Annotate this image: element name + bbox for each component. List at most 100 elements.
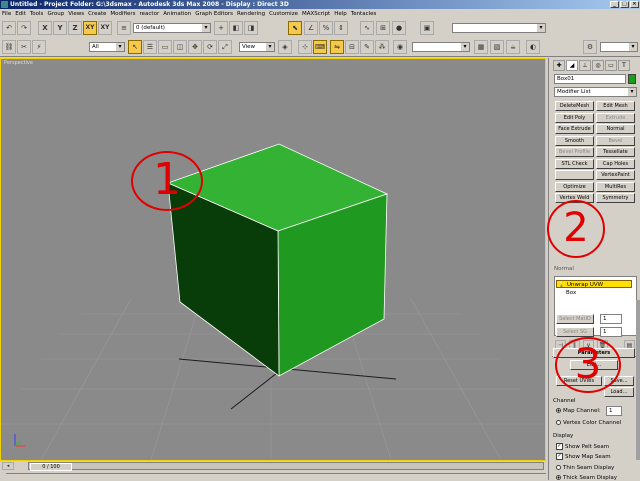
stack-item-box[interactable]: Box [556, 289, 632, 297]
named-selection-icon[interactable]: ✎ [360, 40, 374, 54]
keyboard-shortcut-icon[interactable]: ⌨ [313, 40, 327, 54]
extra-dropdown[interactable] [600, 42, 638, 52]
select-by-name-icon[interactable]: ☰ [143, 40, 157, 54]
mirror-icon[interactable]: ⇋ [330, 40, 344, 54]
rect-selection-icon[interactable]: ▭ [158, 40, 172, 54]
viewport-icon[interactable]: ◐ [526, 40, 540, 54]
show-map-seam-check[interactable]: ✓ Show Map Seam [556, 453, 611, 460]
select-scale-icon[interactable]: ⤢ [218, 40, 232, 54]
undo-icon[interactable]: ↶ [2, 21, 16, 35]
material-editor-icon[interactable]: ● [392, 21, 406, 35]
render-preset-dropdown[interactable] [452, 23, 546, 33]
ref-coord-dropdown[interactable]: View [239, 42, 275, 52]
close-button[interactable]: × [630, 1, 639, 8]
modifier-button-extrude[interactable]: Extrude [596, 112, 635, 123]
extra-tools-icon[interactable]: ⚙ [583, 40, 597, 54]
pivot-center-icon[interactable]: ◈ [278, 40, 292, 54]
modifier-button-edit-mesh[interactable]: Edit Mesh [596, 101, 635, 111]
modifier-button-multires[interactable]: MultiRes [596, 181, 635, 192]
stack-item-unwrap-uvw[interactable]: 💡 Unwrap UVW [556, 280, 632, 288]
vertex-color-channel-radio[interactable]: Vertex Color Channel [556, 420, 621, 426]
menu-tentacles[interactable]: Tentacles [349, 11, 379, 17]
show-pelt-seam-check[interactable]: ✓ Show Pelt Seam [556, 443, 609, 450]
schematic-view-icon[interactable]: ⊞ [376, 21, 390, 35]
modifier-button-normal[interactable]: Normal [596, 124, 635, 134]
axis-y-button[interactable]: Y [53, 21, 67, 35]
radio-on-icon[interactable] [556, 408, 561, 413]
prev-frame-icon[interactable]: ◂ [2, 462, 14, 470]
axis-xy-button[interactable]: XY [83, 21, 97, 35]
trackbar[interactable] [6, 473, 546, 480]
render-frame-icon[interactable]: ▧ [490, 40, 504, 54]
minimize-button[interactable]: _ [610, 1, 619, 8]
select-object-icon[interactable]: ↖ [128, 40, 142, 54]
quick-render-icon[interactable]: ☕ [506, 40, 520, 54]
modifier-button-smooth[interactable]: Smooth [555, 135, 594, 146]
modifier-button-bevel[interactable]: Bevel [596, 135, 635, 146]
modifier-button-stl-check[interactable]: STL Check [555, 158, 594, 169]
modify-tab-icon[interactable]: ◢ [566, 60, 578, 71]
modifier-button-deletemesh[interactable]: DeleteMesh [555, 101, 594, 111]
redo-icon[interactable]: ↷ [17, 21, 31, 35]
menu-group[interactable]: Group [45, 11, 66, 17]
curve-editor-icon[interactable]: ∿ [360, 21, 374, 35]
radio-off-icon[interactable] [556, 465, 561, 470]
menu-file[interactable]: File [0, 11, 13, 17]
create-tab-icon[interactable]: ✚ [553, 60, 565, 71]
spinner-snap-icon[interactable]: ⇕ [334, 21, 348, 35]
select-matid-button[interactable]: Select MatID [556, 314, 594, 324]
modifier-list-dropdown[interactable]: Modifier List [554, 87, 637, 97]
checkbox-icon[interactable]: ✓ [556, 443, 563, 450]
select-matid-value[interactable]: 1 [600, 314, 622, 324]
menu-modifiers[interactable]: Modifiers [108, 11, 137, 17]
percent-snap-icon[interactable]: % [319, 21, 333, 35]
bind-spacewarp-icon[interactable]: ⚡ [32, 40, 46, 54]
thick-seam-radio[interactable]: Thick Seam Display [556, 475, 617, 481]
render-setup-icon[interactable]: ▦ [474, 40, 488, 54]
object-color-swatch[interactable] [628, 74, 636, 84]
maximize-button[interactable]: □ [620, 1, 629, 8]
load-button[interactable]: Load... [604, 387, 634, 397]
viewport-label[interactable]: Perspective [4, 60, 33, 66]
select-sg-button[interactable]: Select SG [556, 327, 594, 337]
layer-manager-icon[interactable]: ≡ [117, 21, 131, 35]
select-move-icon[interactable]: ✥ [188, 40, 202, 54]
modifier-button-bevel-profile[interactable]: Bevel Profile [555, 147, 594, 157]
utilities-tab-icon[interactable]: T [618, 60, 630, 71]
snap-toggle-icon[interactable]: ⬉ [288, 21, 302, 35]
object-name-field[interactable]: Box01 [554, 74, 626, 84]
perspective-viewport[interactable]: Perspective 1 [0, 58, 546, 461]
modifier-button-tessellate[interactable]: Tessellate [596, 147, 635, 157]
menu-customize[interactable]: Customize [267, 11, 300, 17]
axis-z-button[interactable]: Z [68, 21, 82, 35]
checkbox-icon[interactable]: ✓ [556, 453, 563, 460]
select-manipulate-icon[interactable]: ⊹ [298, 40, 312, 54]
map-channel-value[interactable]: 1 [606, 406, 622, 416]
angle-snap-icon[interactable]: ∠ [304, 21, 318, 35]
menu-tools[interactable]: Tools [28, 11, 46, 17]
menu-animation[interactable]: Animation [161, 11, 193, 17]
layer-props-icon[interactable]: ◨ [244, 21, 258, 35]
menu-graph-editors[interactable]: Graph Editors [193, 11, 235, 17]
menu-help[interactable]: Help [332, 11, 349, 17]
menu-create[interactable]: Create [86, 11, 108, 17]
layer-icon[interactable]: ◉ [393, 40, 407, 54]
lightbulb-icon[interactable]: 💡 [558, 281, 565, 289]
radio-on-icon[interactable] [556, 475, 561, 480]
axis-x-button[interactable]: X [38, 21, 52, 35]
modifier-button-optimize[interactable]: Optimize [555, 181, 594, 192]
menu-reactor[interactable]: reactor [138, 11, 162, 17]
menu-views[interactable]: Views [66, 11, 86, 17]
align-icon[interactable]: ⊟ [345, 40, 359, 54]
render-scene-icon[interactable]: ▣ [420, 21, 434, 35]
time-slider[interactable]: 0 / 100 [28, 462, 544, 471]
modifier-button-face-extrude[interactable]: Face Extrude [555, 124, 594, 134]
modifier-button-blank[interactable] [555, 170, 594, 180]
add-layer-icon[interactable]: + [214, 21, 228, 35]
modifier-button-vertexpaint[interactable]: VertexPaint [596, 170, 635, 180]
menu-maxscript[interactable]: MAXScript [300, 11, 332, 17]
selection-filter-dropdown[interactable]: All [89, 42, 125, 52]
map-channel-radio[interactable]: Map Channel: [556, 408, 601, 414]
layer-dropdown[interactable]: 0 (default) [133, 23, 211, 33]
unlink-icon[interactable]: ✂ [17, 40, 31, 54]
